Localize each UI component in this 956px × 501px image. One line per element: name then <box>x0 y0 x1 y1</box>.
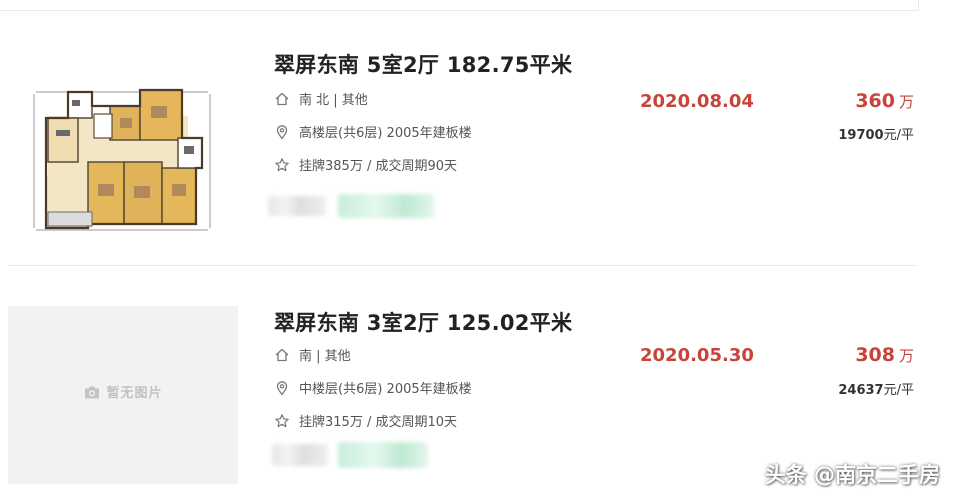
orientation-row: 南 | 其他 <box>274 345 351 364</box>
listing-info-row: 挂牌385万 / 成交周期90天 <box>274 155 457 174</box>
floorplan-thumbnail[interactable] <box>8 34 238 234</box>
unit-price-suffix: 元/平 <box>883 383 914 398</box>
total-price-unit: 万 <box>898 93 914 111</box>
total-price-value: 308 <box>855 344 895 366</box>
unit-price: 19700元/平 <box>838 124 914 143</box>
floor-info-row: 高楼层(共6层) 2005年建板楼 <box>274 122 472 141</box>
total-price: 308 万 <box>855 344 914 366</box>
listing-info-row: 挂牌315万 / 成交周期10天 <box>274 411 457 430</box>
orientation-row: 南 北 | 其他 <box>274 89 368 108</box>
floor-info-text: 高楼层(共6层) 2005年建板楼 <box>299 126 472 141</box>
unit-price-value: 24637 <box>838 383 884 398</box>
floorplan-image <box>8 34 238 234</box>
no-image-label: 暂无图片 <box>8 382 238 401</box>
total-price-value: 360 <box>855 90 895 112</box>
orientation-text: 南 | 其他 <box>299 349 351 364</box>
total-price-unit: 万 <box>898 347 914 365</box>
blurred-tag <box>272 444 328 466</box>
orientation-text: 南 北 | 其他 <box>299 93 368 108</box>
image-placeholder[interactable]: 暂无图片 <box>8 306 238 484</box>
total-price: 360 万 <box>855 90 914 112</box>
location-pin-icon <box>276 124 288 140</box>
star-icon <box>275 413 289 427</box>
deal-date: 2020.05.30 <box>640 345 754 366</box>
home-icon <box>275 92 289 105</box>
listing-info-text: 挂牌315万 / 成交周期10天 <box>299 415 457 430</box>
blurred-tag <box>338 442 428 468</box>
home-icon <box>275 348 289 361</box>
listing-card[interactable]: 翠屏东南 5室2厅 182.75平米 南 北 | 其他 高楼层(共6层) 200… <box>0 12 956 265</box>
unit-price-value: 19700 <box>838 128 884 143</box>
listing-title[interactable]: 翠屏东南 3室2厅 125.02平米 <box>274 307 572 337</box>
floor-info-row: 中楼层(共6层) 2005年建板楼 <box>274 378 472 397</box>
blurred-tag <box>338 194 434 218</box>
location-pin-icon <box>276 380 288 396</box>
star-icon <box>275 157 289 171</box>
blurred-tag <box>268 196 326 216</box>
source-watermark: 头条 @南京二手房 <box>764 463 940 487</box>
deal-date: 2020.08.04 <box>640 91 754 112</box>
listing-info-text: 挂牌385万 / 成交周期90天 <box>299 159 457 174</box>
top-border-bar <box>0 0 919 11</box>
no-image-text: 暂无图片 <box>106 386 163 401</box>
unit-price: 24637元/平 <box>838 379 914 398</box>
camera-icon <box>85 386 100 399</box>
listing-title[interactable]: 翠屏东南 5室2厅 182.75平米 <box>274 49 572 79</box>
unit-price-suffix: 元/平 <box>883 128 914 143</box>
floor-info-text: 中楼层(共6层) 2005年建板楼 <box>299 382 472 397</box>
